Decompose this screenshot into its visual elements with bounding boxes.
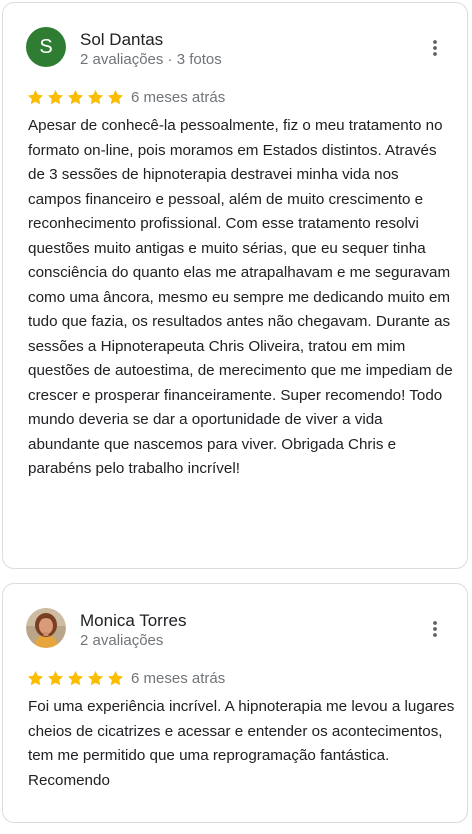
star-icon [47, 670, 64, 686]
reviewer-meta: 2 avaliações [80, 632, 164, 649]
star-icon [27, 89, 44, 105]
star-icon [67, 670, 84, 686]
avatar[interactable]: S [26, 27, 66, 67]
more-vert-icon [433, 621, 437, 637]
avatar[interactable] [26, 608, 66, 648]
star-icon [47, 89, 64, 105]
reviewer-name[interactable]: Sol Dantas [80, 30, 163, 50]
star-icon [27, 670, 44, 686]
review-date: 6 meses atrás [131, 670, 226, 687]
star-icon [87, 89, 104, 105]
more-options-button[interactable] [425, 36, 445, 60]
star-icon [67, 89, 84, 105]
star-icon [107, 670, 124, 686]
review-date: 6 meses atrás [131, 89, 226, 106]
star-rating [26, 88, 125, 107]
star-icon [87, 670, 104, 686]
reviewer-name[interactable]: Monica Torres [80, 611, 186, 631]
reviewer-meta: 2 avaliações · 3 fotos [80, 51, 222, 68]
more-options-button[interactable] [425, 617, 445, 641]
profile-photo [26, 608, 66, 648]
more-vert-icon [433, 40, 437, 56]
review-card: S Sol Dantas 2 avaliações · 3 fotos 6 me… [2, 2, 468, 569]
review-text: Apesar de conhecê-la pessoalmente, fiz o… [28, 117, 453, 477]
review-card: Monica Torres 2 avaliações 6 meses atrás… [2, 583, 468, 823]
star-icon [107, 89, 124, 105]
star-rating [26, 669, 125, 688]
review-text: Foi uma experiência incrível. A hipnoter… [28, 698, 455, 789]
